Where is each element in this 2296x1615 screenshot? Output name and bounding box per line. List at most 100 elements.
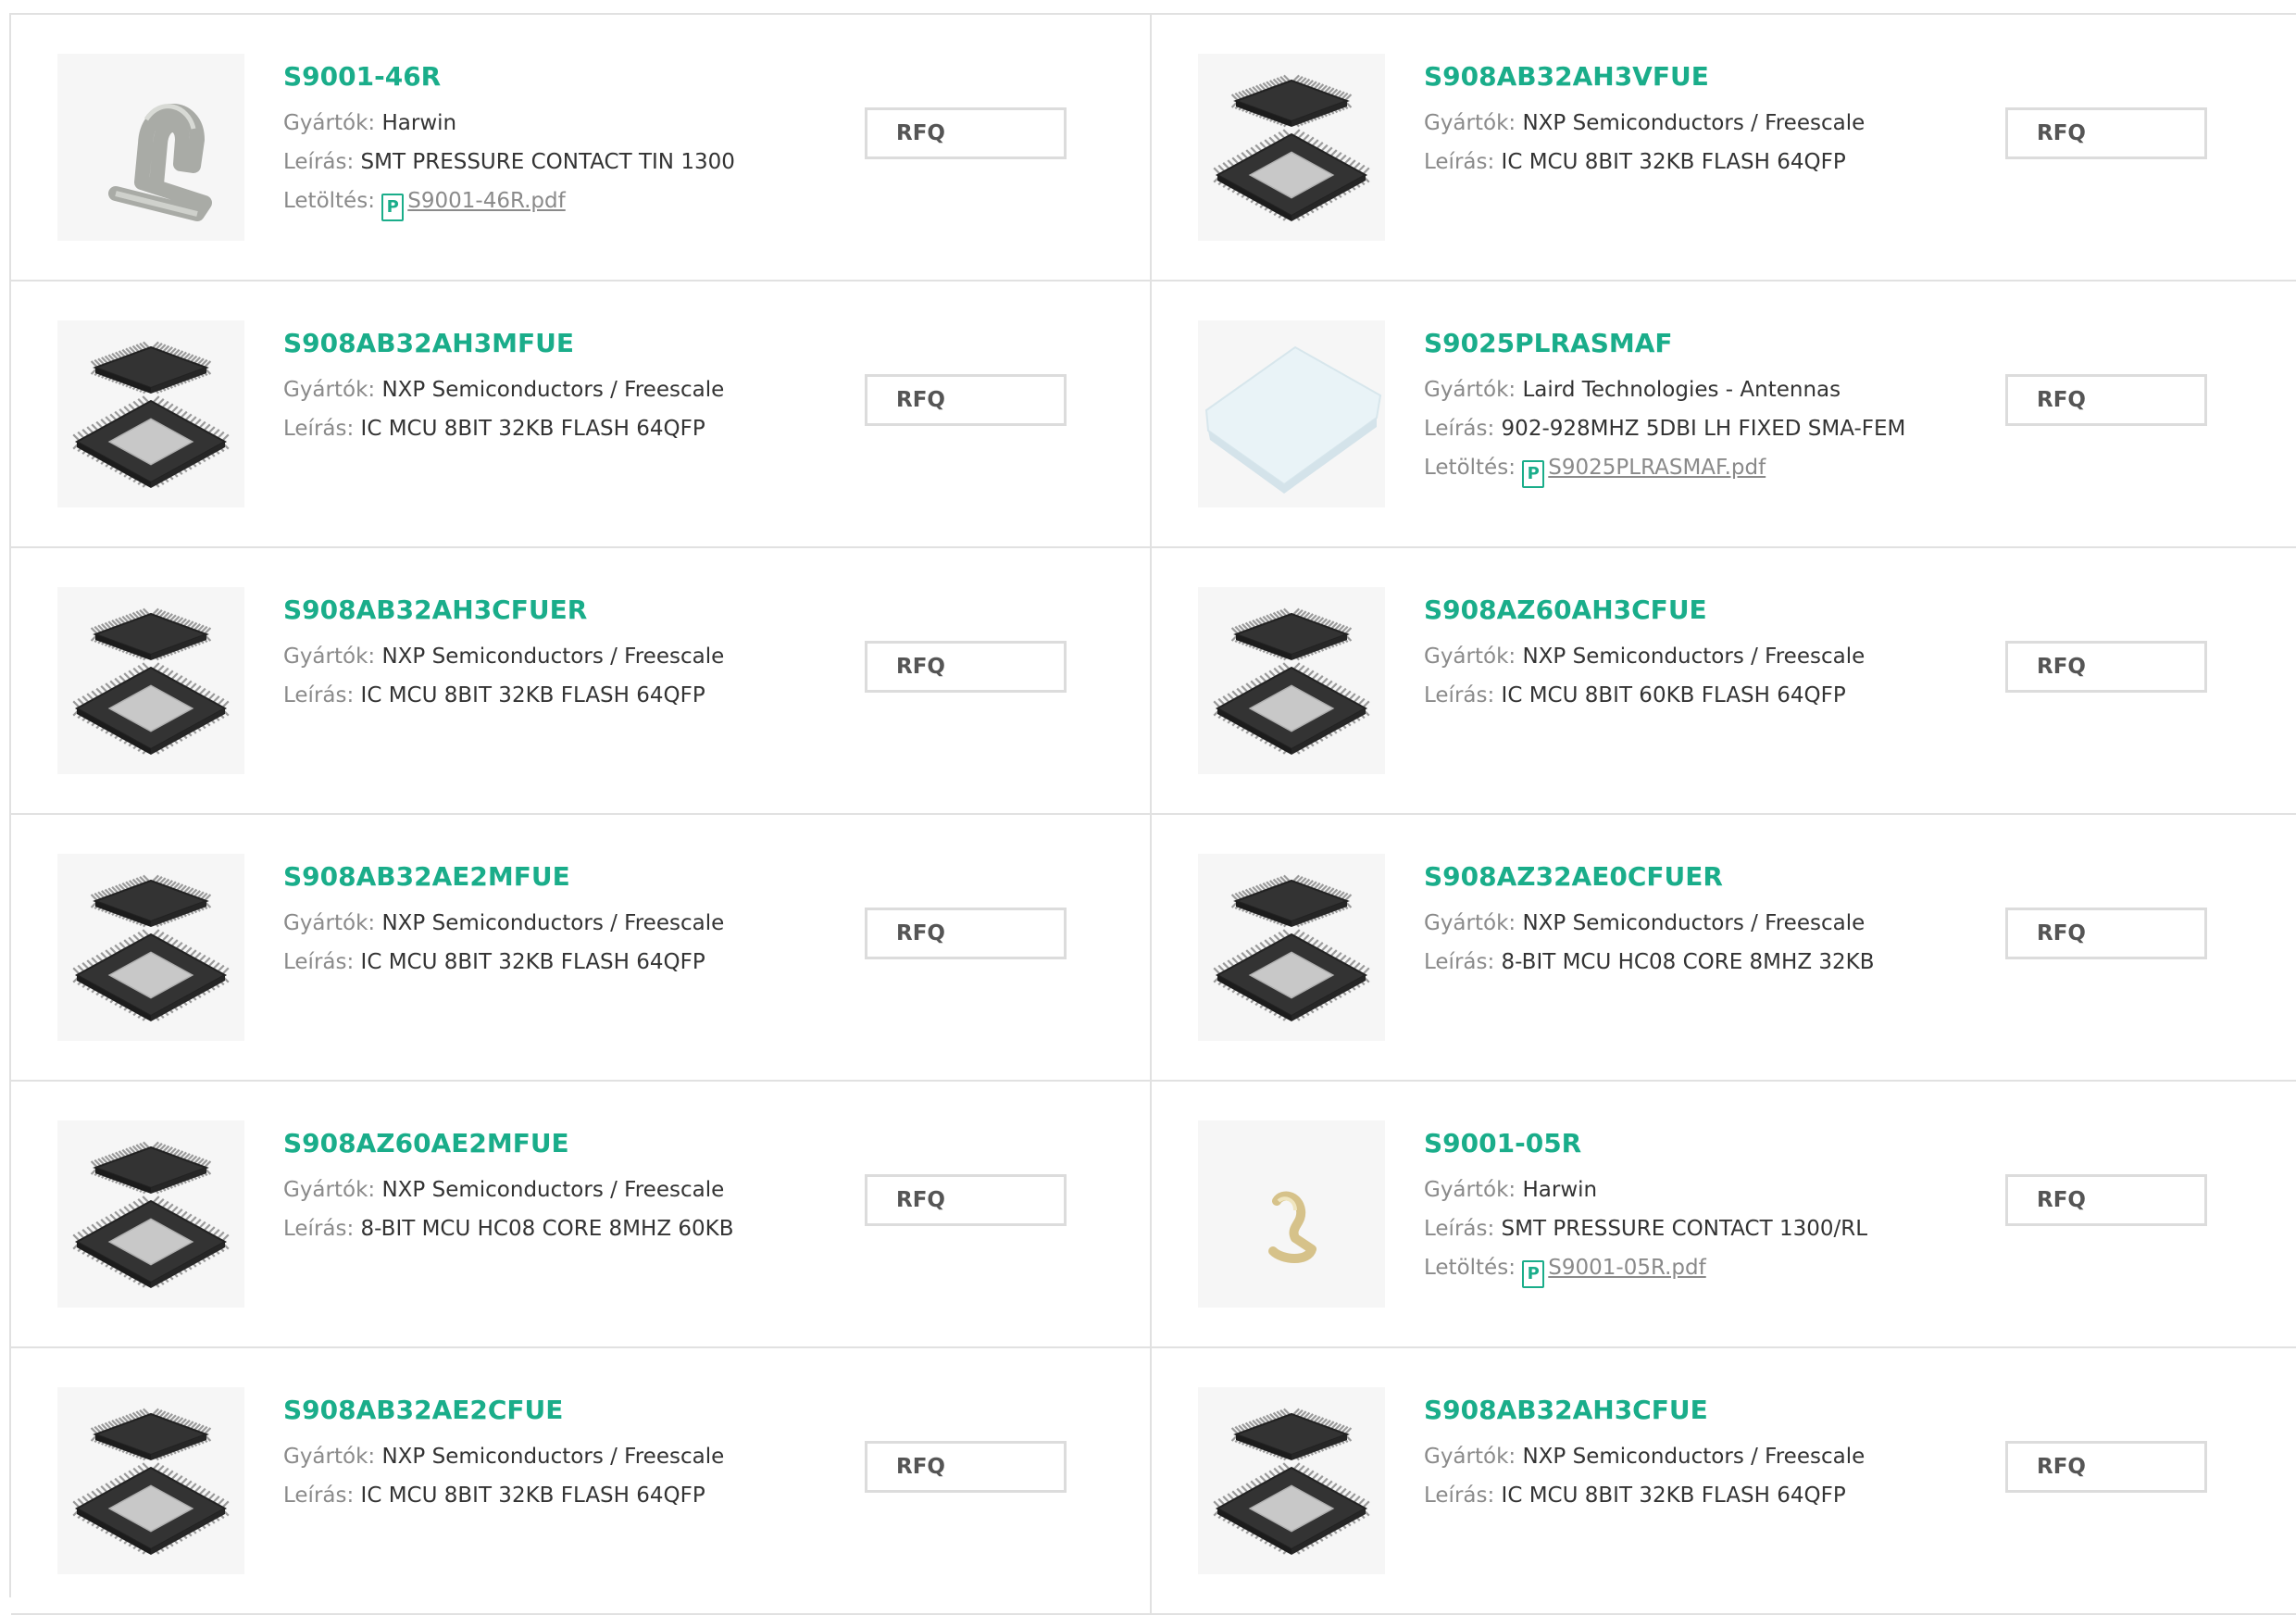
description-value: IC MCU 8BIT 32KB FLASH 64QFP	[1501, 1484, 1846, 1508]
part-number-link[interactable]: S908AB32AH3VFUE	[1424, 61, 1865, 93]
manufacturer-value: NXP Semiconductors / Freescale	[381, 378, 725, 402]
product-card: S908AB32AH3CFUER Gyártók: NXP Semiconduc…	[11, 548, 1152, 815]
part-number-link[interactable]: S908AZ32AE0CFUER	[1424, 861, 1875, 893]
part-number-link[interactable]: S908AB32AH3MFUE	[283, 328, 724, 359]
product-thumbnail[interactable]	[1198, 854, 1385, 1041]
product-thumbnail[interactable]	[1198, 320, 1385, 507]
part-number-link[interactable]: S908AB32AH3CFUE	[1424, 1395, 1865, 1426]
manufacturer-label: Gyártók:	[1424, 111, 1516, 135]
manufacturer-row: Gyártók: Harwin	[1424, 1171, 1867, 1209]
manufacturer-value: Laird Technologies - Antennas	[1522, 378, 1841, 402]
pdf-icon[interactable]: P	[1522, 1260, 1545, 1288]
rfq-button[interactable]: RFQ	[865, 374, 1067, 426]
product-card: S908AB32AH3VFUE Gyártók: NXP Semiconduct…	[1152, 15, 2296, 282]
product-thumbnail[interactable]	[57, 1120, 244, 1308]
description-label: Leírás:	[283, 417, 355, 441]
part-number-link[interactable]: S908AB32AE2CFUE	[283, 1395, 724, 1426]
rfq-button[interactable]: RFQ	[2005, 374, 2207, 426]
product-thumbnail[interactable]	[1198, 1387, 1385, 1574]
product-thumbnail[interactable]	[57, 54, 244, 241]
description-row: Leírás: SMT PRESSURE CONTACT TIN 1300	[283, 143, 735, 182]
manufacturer-label: Gyártók:	[283, 111, 376, 135]
rfq-button[interactable]: RFQ	[865, 107, 1067, 159]
description-value: 8-BIT MCU HC08 CORE 8MHZ 60KB	[360, 1217, 734, 1241]
manufacturer-label: Gyártók:	[283, 378, 376, 402]
description-label: Leírás:	[1424, 150, 1495, 174]
chip-icon	[72, 1141, 230, 1288]
part-number-link[interactable]: S908AB32AH3CFUER	[283, 595, 724, 626]
part-number-link[interactable]: S908AZ60AE2MFUE	[283, 1128, 734, 1159]
part-number-link[interactable]: S9001-46R	[283, 61, 735, 93]
manufacturer-row: Gyártók: NXP Semiconductors / Freescale	[283, 637, 724, 676]
manufacturer-label: Gyártók:	[1424, 1445, 1516, 1469]
rfq-button[interactable]: RFQ	[865, 908, 1067, 959]
product-info: S9001-05R Gyártók: Harwin Leírás: SMT PR…	[1424, 1128, 1867, 1288]
manufacturer-label: Gyártók:	[283, 911, 376, 935]
chip-icon	[72, 1408, 230, 1555]
part-number-link[interactable]: S908AB32AE2MFUE	[283, 861, 724, 893]
datasheet-link[interactable]: S9025PLRASMAF.pdf	[1548, 456, 1766, 480]
manufacturer-row: Gyártók: NXP Semiconductors / Freescale	[1424, 904, 1875, 943]
manufacturer-label: Gyártók:	[1424, 911, 1516, 935]
description-value: 902-928MHZ 5DBI LH FIXED SMA-FEM	[1501, 417, 1906, 441]
rfq-button[interactable]: RFQ	[865, 1441, 1067, 1493]
description-label: Leírás:	[283, 150, 355, 174]
manufacturer-label: Gyártók:	[1424, 1178, 1516, 1202]
manufacturer-row: Gyártók: Laird Technologies - Antennas	[1424, 370, 1905, 409]
description-value: IC MCU 8BIT 60KB FLASH 64QFP	[1501, 683, 1846, 707]
rfq-button[interactable]: RFQ	[2005, 1441, 2207, 1493]
description-row: Leírás: IC MCU 8BIT 60KB FLASH 64QFP	[1424, 676, 1865, 715]
rfq-button[interactable]: RFQ	[2005, 107, 2207, 159]
manufacturer-value: NXP Semiconductors / Freescale	[1522, 1445, 1866, 1469]
manufacturer-label: Gyártók:	[283, 1445, 376, 1469]
description-row: Leírás: IC MCU 8BIT 32KB FLASH 64QFP	[1424, 143, 1865, 182]
product-thumbnail[interactable]	[1198, 1120, 1385, 1308]
description-row: Leírás: IC MCU 8BIT 32KB FLASH 64QFP	[283, 1476, 724, 1515]
rfq-button[interactable]: RFQ	[865, 641, 1067, 693]
product-card: S908AB32AH3MFUE Gyártók: NXP Semiconduct…	[11, 282, 1152, 548]
description-label: Leírás:	[1424, 417, 1495, 441]
product-thumbnail[interactable]	[1198, 54, 1385, 241]
part-number-link[interactable]: S9001-05R	[1424, 1128, 1867, 1159]
chip-icon	[72, 607, 230, 755]
manufacturer-value: NXP Semiconductors / Freescale	[381, 911, 725, 935]
manufacturer-value: NXP Semiconductors / Freescale	[381, 645, 725, 669]
pdf-icon[interactable]: P	[1522, 460, 1545, 488]
product-card: S9001-05R Gyártók: Harwin Leírás: SMT PR…	[1152, 1082, 2296, 1348]
product-thumbnail[interactable]	[57, 320, 244, 507]
description-label: Leírás:	[283, 683, 355, 707]
rfq-button[interactable]: RFQ	[865, 1174, 1067, 1226]
description-label: Leírás:	[283, 1217, 355, 1241]
rfq-button[interactable]: RFQ	[2005, 908, 2207, 959]
description-row: Leírás: 902-928MHZ 5DBI LH FIXED SMA-FEM	[1424, 409, 1905, 448]
description-row: Leírás: 8-BIT MCU HC08 CORE 8MHZ 32KB	[1424, 943, 1875, 982]
description-value: IC MCU 8BIT 32KB FLASH 64QFP	[360, 417, 705, 441]
chip-icon	[1213, 874, 1370, 1021]
product-card: S908AB32AH3CFUE Gyártók: NXP Semiconduct…	[1152, 1348, 2296, 1615]
description-value: IC MCU 8BIT 32KB FLASH 64QFP	[360, 950, 705, 974]
product-thumbnail[interactable]	[1198, 587, 1385, 774]
part-number-link[interactable]: S9025PLRASMAF	[1424, 328, 1905, 359]
datasheet-link[interactable]: S9001-05R.pdf	[1548, 1256, 1705, 1280]
product-info: S9001-46R Gyártók: Harwin Leírás: SMT PR…	[283, 61, 735, 221]
chip-icon	[72, 874, 230, 1021]
description-row: Leírás: SMT PRESSURE CONTACT 1300/RL	[1424, 1209, 1867, 1248]
pdf-icon[interactable]: P	[381, 194, 405, 221]
rfq-button[interactable]: RFQ	[2005, 641, 2207, 693]
datasheet-link[interactable]: S9001-46R.pdf	[407, 189, 565, 213]
description-label: Leírás:	[1424, 683, 1495, 707]
description-row: Leírás: 8-BIT MCU HC08 CORE 8MHZ 60KB	[283, 1209, 734, 1248]
product-thumbnail[interactable]	[57, 1387, 244, 1574]
product-info: S908AZ60AH3CFUE Gyártók: NXP Semiconduct…	[1424, 595, 1865, 715]
rfq-button[interactable]: RFQ	[2005, 1174, 2207, 1226]
download-label: Letöltés:	[1424, 456, 1516, 480]
description-value: IC MCU 8BIT 32KB FLASH 64QFP	[1501, 150, 1846, 174]
description-value: 8-BIT MCU HC08 CORE 8MHZ 32KB	[1501, 950, 1875, 974]
product-thumbnail[interactable]	[57, 854, 244, 1041]
manufacturer-value: NXP Semiconductors / Freescale	[381, 1178, 725, 1202]
product-card: S908AZ60AH3CFUE Gyártók: NXP Semiconduct…	[1152, 548, 2296, 815]
product-thumbnail[interactable]	[57, 587, 244, 774]
part-number-link[interactable]: S908AZ60AH3CFUE	[1424, 595, 1865, 626]
product-card: S908AZ32AE0CFUER Gyártók: NXP Semiconduc…	[1152, 815, 2296, 1082]
product-info: S908AZ32AE0CFUER Gyártók: NXP Semiconduc…	[1424, 861, 1875, 982]
